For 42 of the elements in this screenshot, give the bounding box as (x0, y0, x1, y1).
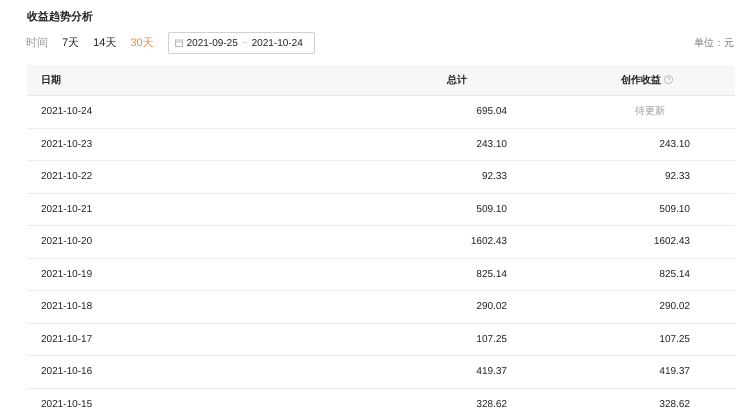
table-cell: 2021-10-16 (41, 366, 92, 378)
range-tab[interactable]: 7天 (62, 34, 80, 52)
table-cell: 待更新 (635, 106, 665, 118)
table-cell: 2021-10-17 (41, 334, 92, 345)
column-header: 创作收益 (621, 74, 661, 86)
table-cell: 2021-10-18 (41, 301, 92, 312)
table-cell: 92.33 (482, 171, 507, 182)
column-header: 总计 (447, 74, 467, 86)
table-cell: 419.37 (476, 366, 507, 378)
table-cell: 107.25 (659, 334, 690, 345)
table-cell: 92.33 (664, 171, 690, 182)
end-date: 2021-10-24 (252, 36, 303, 50)
table-cell: 243.10 (659, 138, 690, 150)
table-cell: 2021-10-23 (41, 138, 92, 150)
table-cell: 290.02 (476, 301, 507, 312)
column-header: 日期 (41, 74, 61, 86)
table-cell: 509.10 (659, 204, 690, 215)
range-tab[interactable]: 14天 (93, 34, 116, 52)
table-cell: 2021-10-21 (41, 204, 92, 215)
table-cell: 509.10 (476, 204, 507, 215)
table-cell: 2021-10-20 (41, 236, 92, 248)
table-cell: 328.62 (659, 398, 690, 410)
unit-label: 单位：元 (694, 36, 734, 50)
table-cell: 1602.43 (654, 236, 690, 248)
table-cell: 2021-10-24 (41, 106, 92, 118)
date-separator: ~ (242, 36, 248, 50)
table-cell: 2021-10-19 (41, 268, 92, 280)
page-title: 收益趋势分析 (27, 10, 94, 25)
table-cell: 243.10 (476, 138, 507, 150)
table-cell: 290.02 (659, 301, 690, 312)
start-date: 2021-09-25 (186, 36, 238, 50)
table-cell: 2021-10-22 (41, 171, 92, 182)
table-cell: 2021-10-15 (41, 398, 92, 410)
filter-label: 时间 (26, 36, 48, 51)
date-range-field[interactable]: 2021-09-25 ~ 2021-10-24 (168, 32, 315, 54)
table-cell: 1602.43 (470, 236, 507, 248)
table-cell: 695.04 (476, 106, 507, 118)
table-cell: 825.14 (659, 268, 690, 280)
table-cell: 328.62 (476, 398, 507, 410)
table-cell: 419.37 (659, 366, 690, 378)
table-cell: 825.14 (476, 268, 507, 280)
table-cell: 107.25 (476, 334, 507, 345)
